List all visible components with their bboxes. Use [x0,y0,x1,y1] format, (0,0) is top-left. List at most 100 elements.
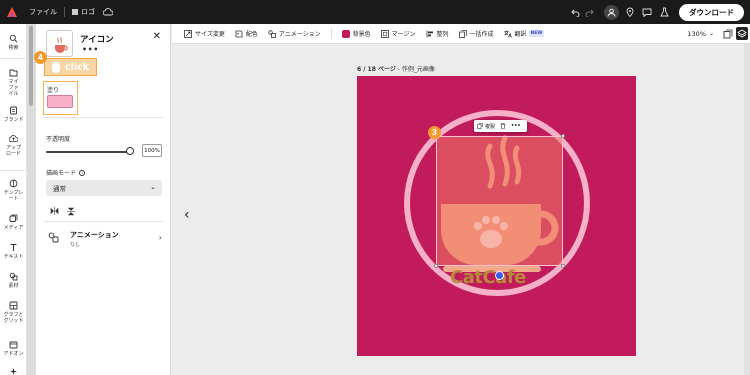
blend-mode-label-row: 描画モード i [46,168,86,177]
duplicate-button[interactable]: 複製 [477,123,495,130]
logo-text: CatCafe [450,267,526,288]
divider [43,221,164,222]
rail-item-search[interactable]: 検索 [0,34,27,51]
margin-icon [380,29,389,38]
rail-item-more[interactable] [0,367,27,375]
opacity-slider-handle[interactable] [126,147,134,155]
undo-icon[interactable] [568,5,582,19]
rail-scrollbar[interactable] [27,24,36,375]
toolbar-resize[interactable]: サイズ変更 [184,29,225,38]
toolbar-bulk-create[interactable]: 一括作成 [458,29,494,38]
rail-label: テキスト [3,254,24,260]
grid-icon [72,9,78,15]
rail-item-template[interactable]: テンプレート [0,179,27,202]
rail-divider [0,170,27,171]
toolbar-label: 翻訳 [514,31,527,38]
resize-icon [184,29,192,38]
rail-label: メディア [3,225,24,231]
close-icon[interactable]: ✕ [153,31,161,42]
chevron-down-icon[interactable]: ⌄ [709,30,714,37]
flask-icon[interactable] [657,5,671,19]
file-menu[interactable]: ファイル [29,7,57,17]
brand-icon [10,106,17,115]
info-icon[interactable]: i [79,169,86,176]
toolbar-label: サイズ変更 [195,31,225,38]
mouse-icon [52,62,60,73]
layers-button[interactable] [736,27,748,40]
bulk-create-icon [458,29,467,38]
delete-button[interactable] [500,123,506,129]
opacity-value-input[interactable]: 100% [142,144,162,157]
text-icon [10,244,17,251]
blend-mode-select[interactable]: 通常 ⌄ [46,180,162,196]
toolbar-label: 整列 [436,31,449,38]
rail-item-brand[interactable]: ブランド [0,106,27,123]
toolbar-align[interactable]: 整列 [426,29,449,38]
rail-item-media[interactable]: メディア [0,214,27,231]
redo-icon[interactable] [582,5,596,19]
rail-item-chart-grid[interactable]: グラフとグリッド [0,301,27,324]
toolbar-label: 背景色 [352,31,371,38]
rail-item-upload[interactable]: アップロード [0,134,27,157]
toolbar-bg-color[interactable]: 背景色 [341,29,371,38]
rail-item-my-files[interactable]: マイファイル [0,68,27,97]
rail-item-elements[interactable]: 素材 [0,272,27,289]
toolbar-translate[interactable]: 翻訳 NEW [503,29,545,38]
elements-icon [9,272,18,281]
align-icon [426,30,433,37]
previous-page-icon[interactable]: ‹ [184,207,190,223]
folder-icon [9,69,18,77]
cloud-sync-icon[interactable] [101,5,115,19]
palette-icon [235,30,243,37]
blend-mode-value: 通常 [53,185,66,193]
chevron-right-icon: › [158,233,162,242]
blend-mode-label: 描画モード [46,170,77,177]
cup-icon [55,36,68,53]
app-logo-icon[interactable] [7,7,17,17]
rotate-handle[interactable] [495,271,504,280]
rail-item-text[interactable]: テキスト [0,243,27,260]
canvas-toolbar: サイズ変更 配色 アニメーション 背景色 マージン 整列 一括作成 翻訳 NEW… [172,24,750,44]
search-icon [9,34,18,43]
resize-handle[interactable] [434,264,438,268]
addon-icon [9,341,18,349]
rail-divider [0,58,27,59]
duplicate-icon [477,123,483,129]
animation-row[interactable]: アニメーション なし › [46,228,164,250]
flip-horizontal-icon[interactable] [49,206,59,216]
toolbar-animation[interactable]: アニメーション [268,29,321,38]
new-badge: NEW [528,30,545,37]
flip-vertical-icon[interactable] [66,206,76,216]
top-bar: ファイル ロゴ ダウンロード [0,0,750,24]
media-icon [9,214,18,222]
resize-handle[interactable] [561,264,565,268]
template-icon [9,179,18,188]
selection-box[interactable] [436,136,563,266]
location-pin-icon[interactable] [623,5,637,19]
comment-icon[interactable] [640,5,654,19]
click-annotation: click [44,58,97,76]
chart-grid-icon [9,301,18,310]
toolbar-margin[interactable]: マージン [380,29,416,38]
step-marker-4: 4 [34,51,47,64]
fill-color-swatch[interactable] [47,95,73,108]
pages-icon[interactable] [723,29,733,39]
brand-title[interactable]: ロゴ [72,7,95,17]
download-button[interactable]: ダウンロード [679,3,744,21]
rail-label: テンプレート [3,190,24,202]
zoom-level[interactable]: 130% [687,30,706,38]
page-name: - 作例_元画像 [395,66,435,73]
share-user-icon[interactable] [604,4,619,20]
opacity-slider-track[interactable] [46,151,129,153]
toolbar-palette[interactable]: 配色 [235,29,258,38]
toolbar-label: アニメーション [278,31,321,38]
scrollbar-thumb[interactable] [29,26,33,106]
panel-title: アイコン [80,35,114,45]
more-options-button[interactable]: ••• [82,45,99,54]
right-scroll-strip[interactable] [744,44,750,375]
more-icon[interactable]: ••• [511,123,521,129]
resize-handle[interactable] [561,134,565,138]
duplicate-label: 複製 [485,123,496,130]
left-rail: 検索 マイファイル ブランド アップロード テンプレート メディア テキスト 素… [0,24,27,375]
rail-item-addon[interactable]: アドオン [0,340,27,357]
